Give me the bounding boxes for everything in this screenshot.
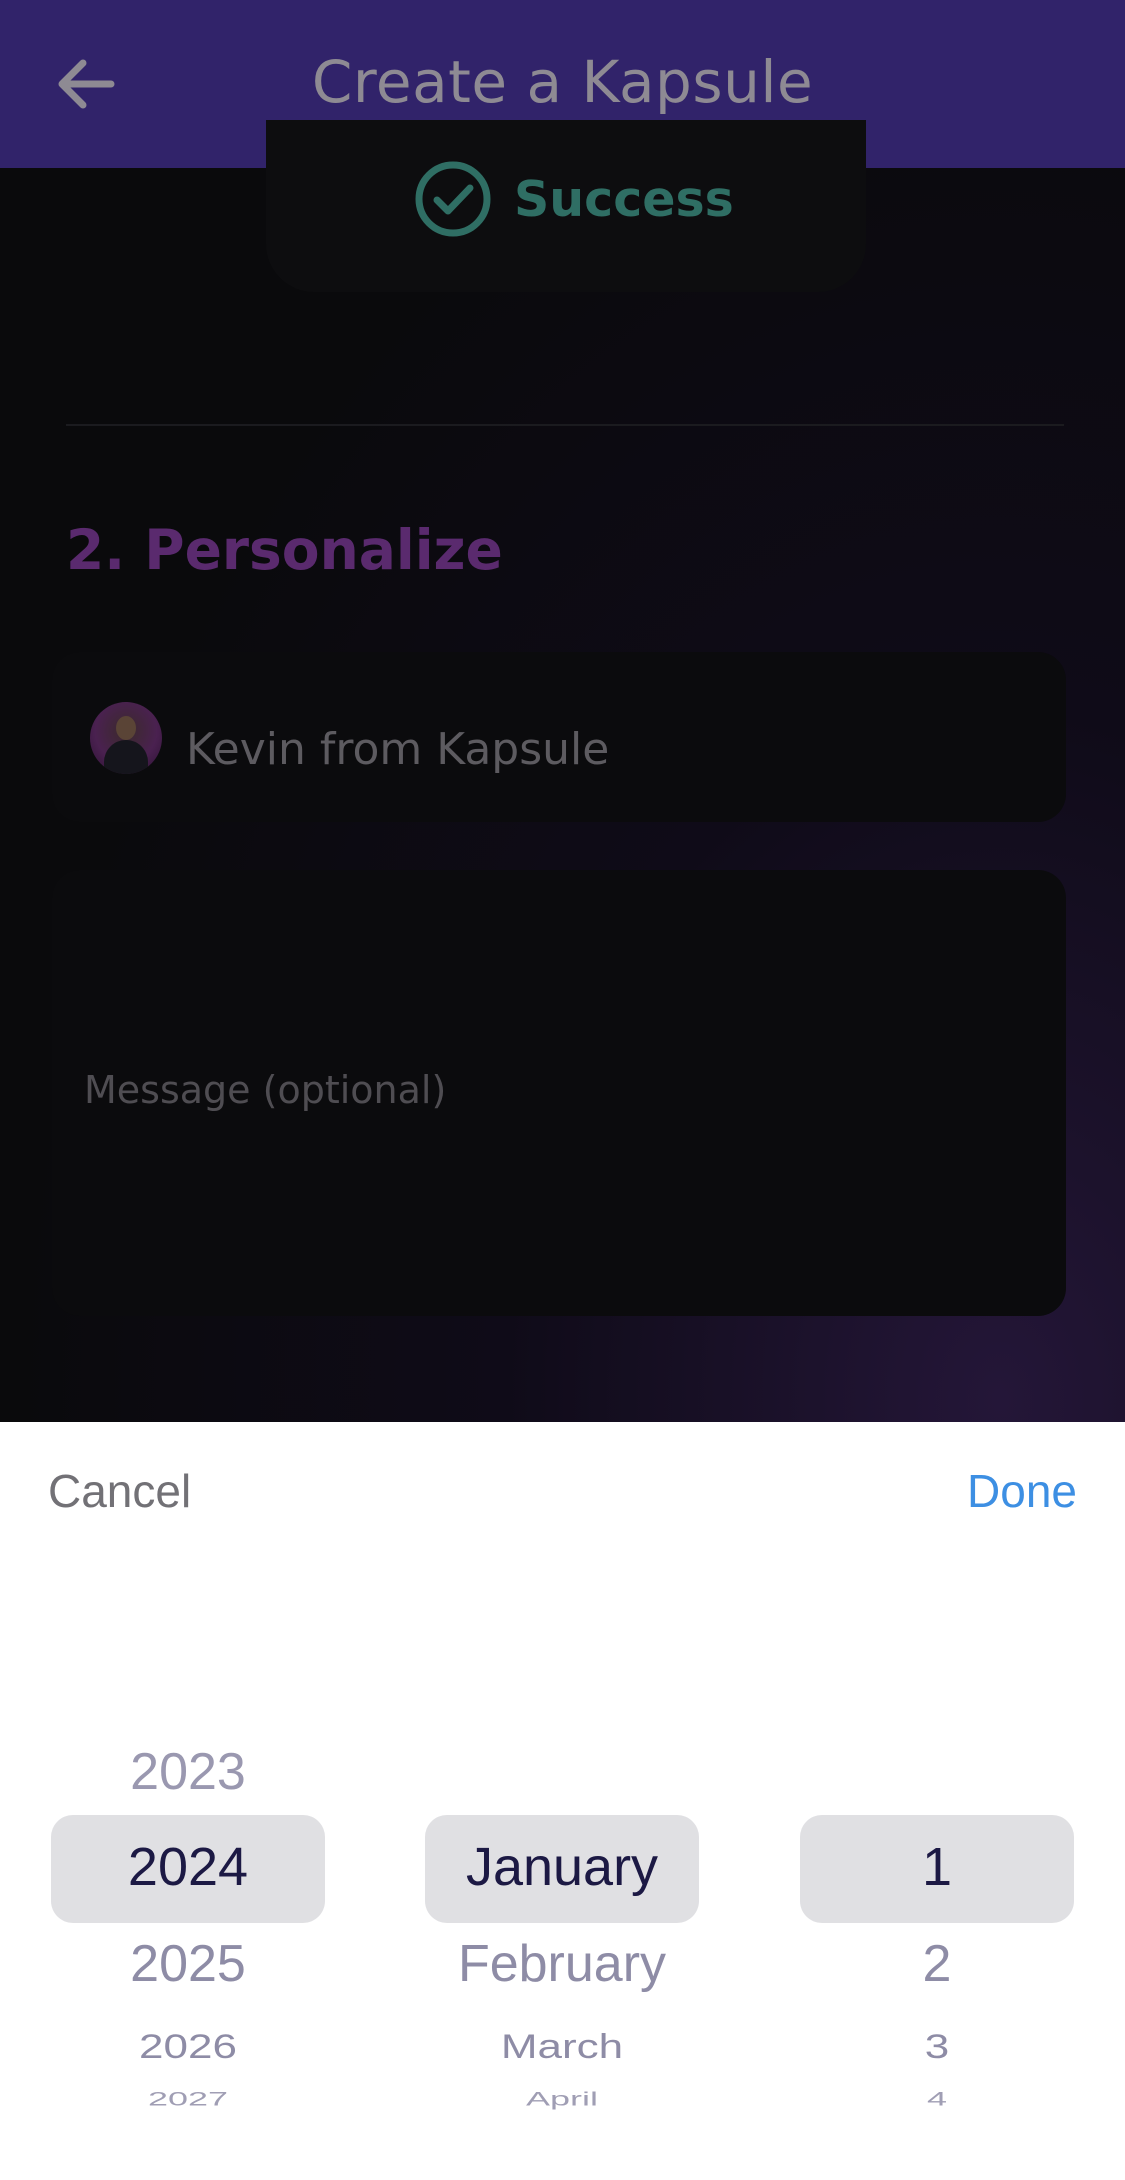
done-button[interactable]: Done: [967, 1464, 1077, 1518]
date-picker-sheet: Cancel Done 2023 2024 2025 2026 2027 Jan…: [0, 1422, 1125, 2180]
day-option[interactable]: 4: [800, 2087, 1074, 2110]
avatar-body: [104, 740, 148, 774]
page-title: Create a Kapsule: [311, 48, 814, 116]
month-option[interactable]: February: [425, 1934, 699, 1994]
avatar-head: [116, 716, 136, 740]
month-option[interactable]: April: [425, 2087, 699, 2110]
message-placeholder: Message (optional): [84, 1068, 447, 1112]
year-selected[interactable]: 2024: [51, 1836, 325, 1898]
sender-name: Kevin from Kapsule: [186, 724, 610, 775]
sender-name-field[interactable]: Kevin from Kapsule: [52, 652, 1066, 822]
day-selected[interactable]: 1: [800, 1836, 1074, 1898]
year-option[interactable]: 2026: [51, 2028, 325, 2067]
avatar: [90, 702, 162, 774]
status-label: Success: [514, 170, 734, 228]
month-selected[interactable]: January: [425, 1836, 699, 1898]
cancel-button[interactable]: Cancel: [48, 1464, 191, 1518]
message-input[interactable]: Message (optional): [52, 870, 1066, 1316]
day-option[interactable]: 2: [800, 1934, 1074, 1994]
year-option[interactable]: 2025: [51, 1934, 325, 1994]
check-circle-icon: [415, 161, 491, 237]
year-option[interactable]: 2027: [51, 2087, 325, 2110]
section-title: 2. Personalize: [66, 518, 503, 582]
divider: [66, 424, 1064, 426]
app-screen: Create a Kapsule Success 2. Personalize …: [0, 0, 1125, 1422]
year-option[interactable]: 2023: [51, 1742, 325, 1802]
day-option[interactable]: 3: [800, 2028, 1074, 2067]
status-success: Success: [414, 160, 734, 238]
month-option[interactable]: March: [425, 2028, 699, 2067]
